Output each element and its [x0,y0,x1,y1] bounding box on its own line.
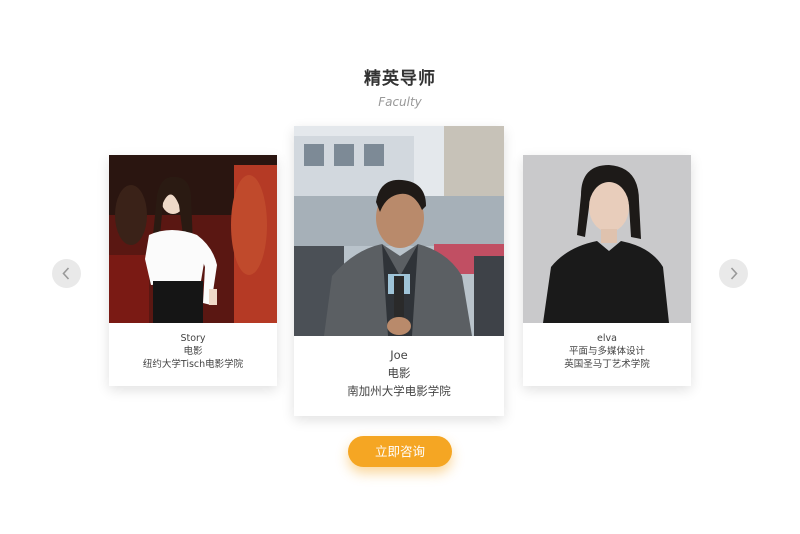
mentor-school: 纽约大学Tisch电影学院 [142,359,244,370]
mentor-card-joe[interactable]: Joe 电影 南加州大学电影学院 [294,126,504,416]
mentor-card-elva[interactable]: elva 平面与多媒体设计 英国圣马丁艺术学院 [523,155,691,386]
carousel-next-button[interactable] [719,259,748,288]
mentor-major: 平面与多媒体设计 [568,346,645,357]
carousel-prev-button[interactable] [52,259,81,288]
mentor-school: 英国圣马丁艺术学院 [564,359,650,370]
mentor-card-story[interactable]: Story 电影 纽约大学Tisch电影学院 [109,155,277,386]
faculty-section: 精英导师 Faculty Story 电影 纽约大学Tisch电影学院 Joe … [0,0,800,534]
mentor-name: Story [180,333,206,344]
mentor-photo [294,126,504,336]
mentor-photo [109,155,277,323]
chevron-left-icon [62,267,70,280]
mentor-photo [523,155,691,323]
mentor-major: 电影 [183,346,203,357]
mentor-name: elva [597,333,617,344]
section-title: 精英导师 [364,69,436,89]
mentor-name: Joe [390,348,408,362]
mentor-school: 南加州大学电影学院 [347,384,451,398]
chevron-right-icon [730,267,738,280]
section-subtitle: Faculty [378,95,422,109]
consult-now-button[interactable]: 立即咨询 [348,436,452,467]
mentor-major: 电影 [387,366,411,380]
